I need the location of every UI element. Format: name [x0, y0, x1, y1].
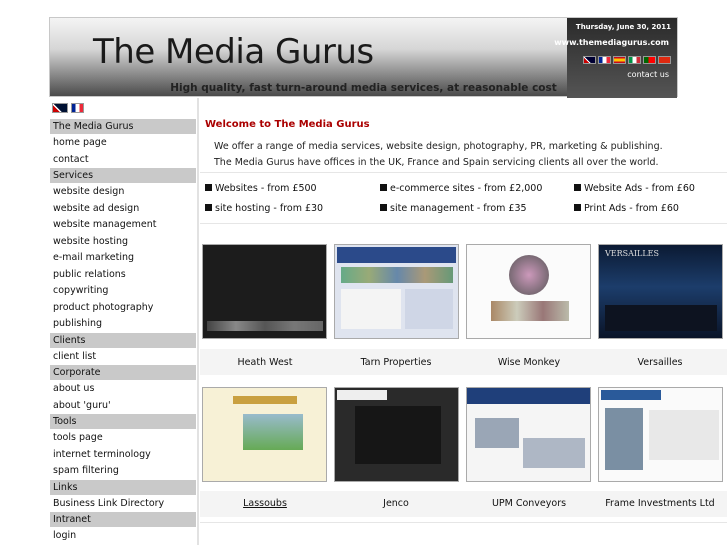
- offer-item: Print Ads - from £60: [574, 203, 679, 214]
- uk-flag-icon[interactable]: [52, 103, 68, 113]
- client-caption[interactable]: Jenco: [331, 498, 461, 509]
- tagline-bar: High quality, fast turn-around media ser…: [49, 80, 678, 96]
- sidebar-link[interactable]: Business Link Directory: [50, 495, 196, 512]
- offer-item: Websites - from £500: [205, 183, 317, 194]
- sidebar-divider: [197, 98, 199, 545]
- sidebar-link[interactable]: internet terminology: [50, 446, 196, 463]
- client-caption[interactable]: Frame Investments Ltd: [595, 498, 725, 509]
- date-text: Thursday, June 30, 2011: [575, 23, 671, 31]
- china-flag-icon[interactable]: [658, 56, 671, 64]
- sidebar-link[interactable]: copywriting: [50, 282, 196, 299]
- offer-item: Website Ads - from £60: [574, 183, 695, 194]
- sidebar-link[interactable]: tools page: [50, 429, 196, 446]
- sidebar-link[interactable]: website hosting: [50, 233, 196, 250]
- intro-line-2: The Media Gurus have offices in the UK, …: [214, 157, 659, 168]
- sidebar-section-heading: Intranet: [50, 512, 196, 527]
- bullet-icon: [205, 204, 212, 211]
- frame-investments-thumbnail[interactable]: [598, 387, 723, 482]
- sidebar-section-heading: Corporate: [50, 365, 196, 380]
- sidebar-link[interactable]: website management: [50, 216, 196, 233]
- sidebar-link[interactable]: about 'guru': [50, 397, 196, 414]
- sidebar-section-heading: Links: [50, 479, 196, 495]
- upm-conveyors-thumbnail[interactable]: [466, 387, 591, 482]
- site-logo[interactable]: The Media Gurus: [93, 32, 374, 72]
- client-caption[interactable]: Lassoubs: [200, 498, 330, 509]
- offer-item: site management - from £35: [380, 203, 527, 214]
- sidebar-link[interactable]: about us: [50, 380, 196, 397]
- sidebar-flags: [50, 100, 196, 118]
- bullet-icon: [574, 184, 581, 191]
- intro-line-1: We offer a range of media services, webs…: [214, 141, 663, 152]
- sidebar-link[interactable]: home page: [50, 134, 196, 151]
- uk-flag-icon[interactable]: [583, 56, 596, 64]
- client-caption[interactable]: Tarn Properties: [331, 357, 461, 368]
- sidebar-link[interactable]: public relations: [50, 266, 196, 283]
- offer-item: e-commerce sites - from £2,000: [380, 183, 542, 194]
- contact-us-link[interactable]: contact us: [627, 70, 669, 79]
- client-caption[interactable]: Heath West: [200, 357, 330, 368]
- sidebar-link[interactable]: contact: [50, 151, 196, 168]
- sidebar-section-heading: Clients: [50, 332, 196, 348]
- rule-top: [200, 172, 727, 173]
- bullet-icon: [380, 184, 387, 191]
- sidebar-section-heading: Tools: [50, 414, 196, 429]
- versailles-thumbnail[interactable]: VERSAILLES: [598, 244, 723, 339]
- tagline: High quality, fast turn-around media ser…: [170, 82, 557, 94]
- offer-item: site hosting - from £30: [205, 203, 323, 214]
- language-flags: [583, 56, 671, 64]
- sidebar-link[interactable]: website design: [50, 183, 196, 200]
- italy-flag-icon[interactable]: [628, 56, 641, 64]
- portugal-flag-icon[interactable]: [643, 56, 656, 64]
- intro-text: We offer a range of media services, webs…: [214, 139, 663, 171]
- bullet-icon: [205, 184, 212, 191]
- sidebar-link[interactable]: login: [50, 527, 196, 544]
- spain-flag-icon[interactable]: [613, 56, 626, 64]
- wise-monkey-thumbnail[interactable]: [466, 244, 591, 339]
- rule-bottom: [200, 522, 727, 523]
- sidebar-link[interactable]: e-mail marketing: [50, 249, 196, 266]
- client-caption[interactable]: UPM Conveyors: [464, 498, 594, 509]
- sidebar-section-heading: The Media Gurus: [50, 119, 196, 134]
- rule-mid: [200, 223, 727, 224]
- welcome-heading: Welcome to The Media Gurus: [205, 119, 370, 130]
- france-flag-icon[interactable]: [71, 103, 84, 113]
- client-caption[interactable]: Versailles: [595, 357, 725, 368]
- sidebar-link[interactable]: client list: [50, 348, 196, 365]
- lassoubs-thumbnail[interactable]: [202, 387, 327, 482]
- bullet-icon: [574, 204, 581, 211]
- sidebar-link[interactable]: publishing: [50, 315, 196, 332]
- sidebar-section-heading: Services: [50, 168, 196, 183]
- sidebar-link[interactable]: website ad design: [50, 200, 196, 217]
- sidebar: The Media Gurus home page contact Services w…: [50, 100, 196, 544]
- client-caption[interactable]: Wise Monkey: [464, 357, 594, 368]
- france-flag-icon[interactable]: [598, 56, 611, 64]
- versailles-logo: VERSAILLES: [605, 249, 660, 258]
- bullet-icon: [380, 204, 387, 211]
- sidebar-link[interactable]: product photography: [50, 299, 196, 316]
- site-url: www.themediagurus.com: [554, 38, 669, 47]
- tarn-properties-thumbnail[interactable]: [334, 244, 459, 339]
- sidebar-link[interactable]: spam filtering: [50, 462, 196, 479]
- heath-west-thumbnail[interactable]: [202, 244, 327, 339]
- jenco-thumbnail[interactable]: [334, 387, 459, 482]
